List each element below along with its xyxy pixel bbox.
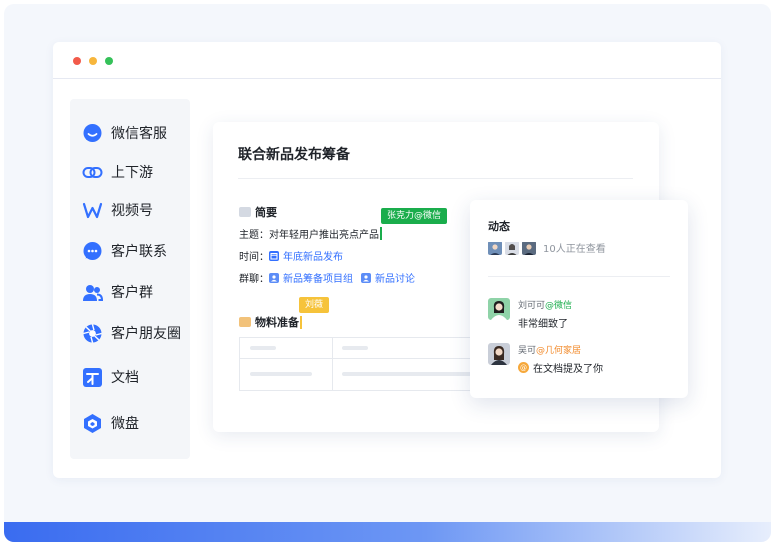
drive-icon: [82, 413, 103, 434]
sidebar-item-label: 上下游: [111, 165, 153, 181]
sidebar-item-channels[interactable]: 视频号: [82, 198, 153, 222]
summary-heading: 简要: [239, 204, 277, 220]
sidebar: 微信客服 上下游 视频号 客户联系 客户群 客户朋友圈 文档 微盘: [70, 99, 190, 459]
viewer-avatar: [488, 241, 502, 255]
sidebar-item-wechat-service[interactable]: 微信客服: [82, 121, 167, 145]
sidebar-item-customer-contact[interactable]: 客户联系: [82, 239, 167, 263]
materials-heading-text: 物料准备: [255, 316, 299, 329]
sidebar-item-label: 微信客服: [111, 126, 167, 142]
divider: [238, 178, 633, 179]
bottom-accent-bar: [4, 522, 771, 542]
sidebar-item-label: 客户朋友圈: [111, 326, 181, 342]
minimize-window-button[interactable]: [89, 57, 97, 65]
commenter-name-text: 刘可可: [518, 301, 546, 311]
memo-icon: [239, 207, 251, 217]
window-titlebar: [53, 42, 721, 79]
commenter-name-text: 吴可: [518, 346, 537, 356]
sidebar-item-documents[interactable]: 文档: [82, 365, 139, 389]
placeholder-bar: [250, 372, 312, 376]
sidebar-item-label: 客户联系: [111, 244, 167, 260]
viewer-avatar: [505, 241, 519, 255]
link-chain-icon: [82, 162, 103, 183]
group-link-discussion-text: 新品讨论: [375, 274, 415, 285]
document-icon: [82, 367, 103, 388]
group-chat-icon: [269, 272, 279, 283]
moments-icon: [82, 323, 103, 344]
collaborator-tag-yellow: 刘薇: [299, 297, 330, 313]
commenter-corp: @微信: [545, 301, 573, 311]
placeholder-bar: [250, 346, 276, 350]
group-link-project-text: 新品筹备项目组: [283, 274, 353, 285]
sidebar-item-label: 客户群: [111, 285, 153, 301]
page-background: 微信客服 上下游 视频号 客户联系 客户群 客户朋友圈 文档 微盘 联合新品发布…: [4, 4, 771, 542]
channels-icon: [82, 200, 103, 221]
group-row: 群聊： 新品筹备项目组 新品讨论: [239, 270, 415, 285]
viewers-row[interactable]: 10人正在查看: [488, 240, 606, 255]
materials-heading: 物料准备: [239, 314, 302, 330]
group-link-discussion[interactable]: 新品讨论: [361, 270, 415, 285]
commenter-name: 吴可@几何家居: [518, 343, 603, 356]
commenter-name: 刘可可@微信: [518, 298, 572, 311]
topic-row[interactable]: 主题： 对年轻用户推出亮点产品: [239, 226, 382, 241]
sidebar-item-customer-moments[interactable]: 客户朋友圈: [82, 321, 181, 345]
time-row: 时间： 年底新品发布: [239, 248, 343, 263]
sidebar-item-label: 文档: [111, 370, 139, 386]
activity-title: 动态: [488, 220, 510, 233]
comment-item[interactable]: 吴可@几何家居 @ 在文档提及了你: [488, 343, 603, 375]
sidebar-item-drive[interactable]: 微盘: [82, 411, 139, 435]
chat-bubble-icon: [82, 241, 103, 262]
time-key: 时间：: [239, 252, 269, 263]
sidebar-item-label: 微盘: [111, 416, 139, 432]
time-link-text: 年底新品发布: [283, 252, 343, 263]
app-window: 微信客服 上下游 视频号 客户联系 客户群 客户朋友圈 文档 微盘 联合新品发布…: [53, 42, 721, 478]
mention-icon: @: [518, 362, 529, 373]
divider: [488, 276, 670, 277]
commenter-avatar: [488, 343, 510, 365]
placeholder-table: [239, 337, 501, 391]
ticket-icon: [239, 317, 251, 327]
sidebar-item-customer-group[interactable]: 客户群: [82, 280, 153, 304]
comment-text-value: 在文档提及了你: [533, 364, 603, 375]
collaborator-tag-green: 张克力@微信: [381, 208, 448, 224]
calendar-icon: [269, 250, 279, 261]
topic-key: 主题：: [239, 230, 269, 241]
group-link-project[interactable]: 新品筹备项目组: [269, 270, 353, 285]
maximize-window-button[interactable]: [105, 57, 113, 65]
editor-cursor-green: [380, 227, 382, 240]
viewers-count-text: 10人正在查看: [543, 244, 606, 255]
time-link[interactable]: 年底新品发布: [269, 248, 343, 263]
close-window-button[interactable]: [73, 57, 81, 65]
placeholder-bar: [342, 346, 368, 350]
group-chat-icon: [361, 272, 371, 283]
topic-value: 对年轻用户推出亮点产品: [269, 230, 379, 241]
sidebar-item-label: 视频号: [111, 203, 153, 219]
summary-heading-text: 简要: [255, 206, 277, 219]
document-title: 联合新品发布筹备: [238, 147, 350, 163]
sidebar-item-upstream-downstream[interactable]: 上下游: [82, 160, 153, 184]
placeholder-bar: [342, 372, 472, 376]
comment-text: 非常细致了: [518, 319, 568, 330]
commenter-corp: @几何家居: [536, 346, 582, 356]
editor-cursor-yellow: [300, 315, 302, 329]
activity-panel: 动态 10人正在查看 刘可可@微信 非常细致了 吴可@几何家居 @ 在文档提及了…: [470, 200, 688, 398]
group-icon: [82, 282, 103, 303]
commenter-avatar: [488, 298, 510, 320]
group-key: 群聊：: [239, 274, 269, 285]
comment-text: @ 在文档提及了你: [518, 360, 603, 375]
viewer-avatar: [522, 241, 536, 255]
comment-item[interactable]: 刘可可@微信 非常细致了: [488, 298, 572, 330]
wechat-service-icon: [82, 123, 103, 144]
